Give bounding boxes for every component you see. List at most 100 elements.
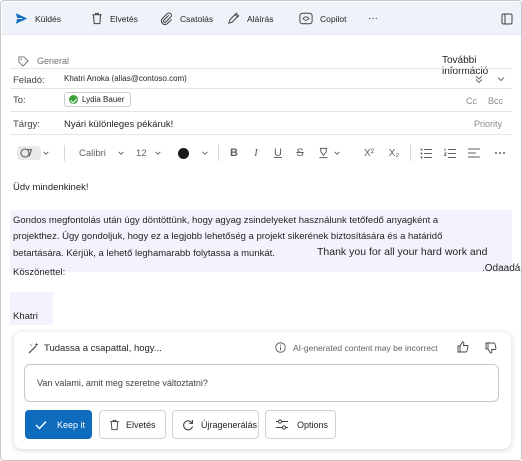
pop-out-button[interactable] <box>501 2 513 35</box>
send-label: Küldés <box>35 13 61 24</box>
numbered-list-icon <box>444 148 456 158</box>
paperclip-icon <box>160 12 172 25</box>
signature-button[interactable]: Aláírás <box>227 2 273 35</box>
strikethrough-button[interactable]: S <box>291 142 309 164</box>
thumbs-down-icon[interactable] <box>485 342 497 354</box>
body-line-3[interactable]: betartására. Kérjük, a lehető leghamarab… <box>13 245 275 263</box>
bullet-list-button[interactable] <box>417 142 435 164</box>
styles-icon <box>17 146 41 160</box>
font-color-button[interactable] <box>171 142 215 164</box>
font-family-select[interactable]: Calibri <box>73 144 129 162</box>
more-icon: ··· <box>368 13 378 24</box>
pen-icon <box>228 12 240 24</box>
more-format-button[interactable] <box>491 142 509 164</box>
recipient-name: Lydia Bauer <box>82 95 125 104</box>
thumbs-up-icon[interactable] <box>457 341 469 353</box>
expand-icon[interactable] <box>474 74 484 84</box>
tag-icon <box>18 55 29 67</box>
discard-draft-button[interactable]: Elvetés <box>99 410 166 439</box>
highlight-button[interactable] <box>314 142 344 164</box>
body-thanks[interactable]: Thank you for all your hard work and <box>317 243 487 261</box>
options-button[interactable]: Options <box>265 410 336 439</box>
bcc-button[interactable]: Bcc <box>488 96 503 106</box>
from-field[interactable]: Khatri Anoka (alias@contoso.com) <box>64 74 187 83</box>
trash-icon <box>92 12 102 25</box>
divider <box>10 134 512 135</box>
more-icon <box>495 152 505 154</box>
disclaimer-text: AI-generated content may be incorrect <box>293 342 438 353</box>
more-options-button[interactable]: ··· <box>368 2 378 35</box>
chevron-down-icon <box>43 151 49 155</box>
numbered-list-button[interactable] <box>441 142 459 164</box>
priority-button[interactable]: Priority <box>474 119 502 129</box>
underline-icon: U <box>274 147 282 159</box>
sliders-icon <box>276 419 288 430</box>
body-dedication[interactable]: .Odaadás <box>482 260 521 278</box>
superscript-button[interactable]: X² <box>359 142 379 164</box>
send-icon <box>15 13 28 24</box>
closing[interactable]: Köszönettel: <box>13 264 65 282</box>
bold-button[interactable]: B <box>225 142 243 164</box>
chevron-down-icon <box>201 151 208 155</box>
divider <box>10 68 512 69</box>
discard-draft-label: Elvetés <box>126 419 156 430</box>
subscript-icon: X₂ <box>388 147 400 159</box>
separator <box>410 145 411 161</box>
italic-button[interactable]: I <box>247 142 265 164</box>
signature[interactable]: Khatri <box>13 308 38 326</box>
regenerate-button[interactable]: Újragenerálás <box>172 410 259 439</box>
chevron-down-icon <box>118 151 124 155</box>
sensitivity-label[interactable]: General <box>18 54 69 68</box>
separator <box>218 145 219 161</box>
align-left-icon <box>468 148 480 158</box>
command-toolbar: Küldés Elvetés Csatolás Aláírás Copilot … <box>2 2 521 35</box>
styles-button[interactable] <box>13 142 53 164</box>
checkmark-icon <box>35 420 47 430</box>
font-size-select[interactable]: 12 <box>131 144 165 162</box>
ai-disclaimer: AI-generated content may be incorrect <box>275 342 438 353</box>
copilot-panel: Tudassa a csapattal, hogy... AI-generate… <box>14 332 511 449</box>
chevron-down-icon <box>333 151 340 155</box>
refresh-icon <box>183 419 194 430</box>
panel-icon <box>501 13 513 24</box>
greeting[interactable]: Üdv mindenkinek! <box>13 179 89 197</box>
separator <box>64 145 65 161</box>
chevron-down-icon <box>155 151 161 155</box>
subject-label: Tárgy: <box>13 119 40 130</box>
superscript-icon: X² <box>364 147 374 159</box>
verified-check-icon <box>69 95 78 104</box>
copilot-label: Copilot <box>320 13 347 24</box>
discard-button[interactable]: Elvetés <box>91 2 138 35</box>
compose-window: Küldés Elvetés Csatolás Aláírás Copilot … <box>0 0 522 461</box>
italic-icon: I <box>254 147 258 159</box>
divider <box>10 88 512 89</box>
cc-button[interactable]: Cc <box>466 96 477 106</box>
discard-label: Elvetés <box>110 13 138 24</box>
subject-field[interactable]: Nyári különleges pékáruk! <box>64 119 173 130</box>
signature-label: Aláírás <box>247 13 274 24</box>
chevron-down-icon[interactable] <box>496 74 506 84</box>
highlighter-icon <box>318 147 328 159</box>
to-label: To: <box>13 95 26 106</box>
attach-label: Csatolás <box>180 13 214 24</box>
divider <box>10 111 512 112</box>
recipient-chip[interactable]: Lydia Bauer <box>64 92 132 107</box>
send-button[interactable]: Küldés <box>15 2 61 35</box>
info-icon <box>275 342 286 353</box>
subscript-button[interactable]: X₂ <box>384 142 404 164</box>
underline-button[interactable]: U <box>269 142 287 164</box>
keep-it-button[interactable]: Keep it <box>25 410 92 439</box>
bold-icon: B <box>230 147 238 159</box>
copilot-prompt[interactable]: Tudassa a csapattal, hogy... <box>44 343 162 354</box>
align-button[interactable] <box>465 142 483 164</box>
copilot-button[interactable]: Copilot <box>299 2 346 35</box>
attach-button[interactable]: Csatolás <box>160 2 213 35</box>
copilot-refine-input[interactable]: Van valami, amit meg szeretne változtatn… <box>24 364 499 402</box>
sensitivity-text: General <box>37 56 70 66</box>
copilot-icon <box>299 12 313 25</box>
options-label: Options <box>297 419 329 430</box>
regenerate-label: Újragenerálás <box>201 419 258 430</box>
copilot-draft-icon <box>28 342 39 354</box>
trash-icon <box>110 419 119 430</box>
input-placeholder: Van valami, amit meg szeretne változtatn… <box>37 378 208 388</box>
